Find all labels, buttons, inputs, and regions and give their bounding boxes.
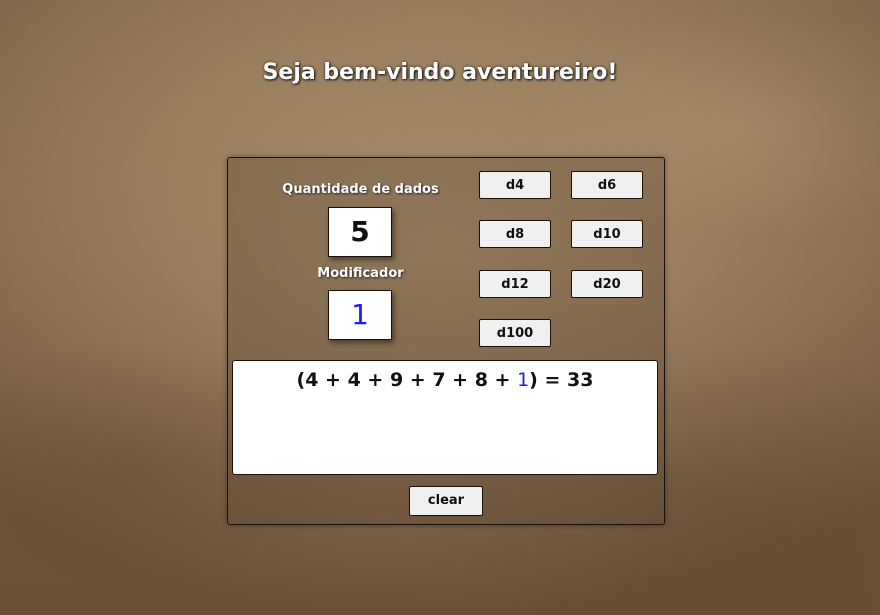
d6-button[interactable]: d6 bbox=[571, 171, 643, 199]
d4-button[interactable]: d4 bbox=[479, 171, 551, 199]
dice-quantity-input[interactable]: 5 bbox=[328, 207, 392, 257]
modifier-input[interactable]: 1 bbox=[328, 290, 392, 340]
roll-result-total: ) = 33 bbox=[529, 369, 594, 391]
clear-button[interactable]: clear bbox=[409, 486, 483, 516]
page-title: Seja bem-vindo aventureiro! bbox=[262, 60, 618, 85]
d8-button[interactable]: d8 bbox=[479, 220, 551, 248]
d20-button[interactable]: d20 bbox=[571, 270, 643, 298]
roll-result-dice: (4 + 4 + 9 + 7 + 8 + bbox=[296, 369, 518, 391]
dice-quantity-label: Quantidade de dados bbox=[282, 182, 439, 197]
dice-roller-panel: Quantidade de dados 5 Modificador 1 d4 d… bbox=[227, 157, 665, 525]
modifier-label: Modificador bbox=[317, 266, 404, 281]
d12-button[interactable]: d12 bbox=[479, 270, 551, 298]
d100-button[interactable]: d100 bbox=[479, 319, 551, 347]
d10-button[interactable]: d10 bbox=[571, 220, 643, 248]
roll-result-modifier: 1 bbox=[517, 369, 530, 391]
roll-result-display: (4 + 4 + 9 + 7 + 8 + 1) = 33 bbox=[232, 360, 658, 475]
